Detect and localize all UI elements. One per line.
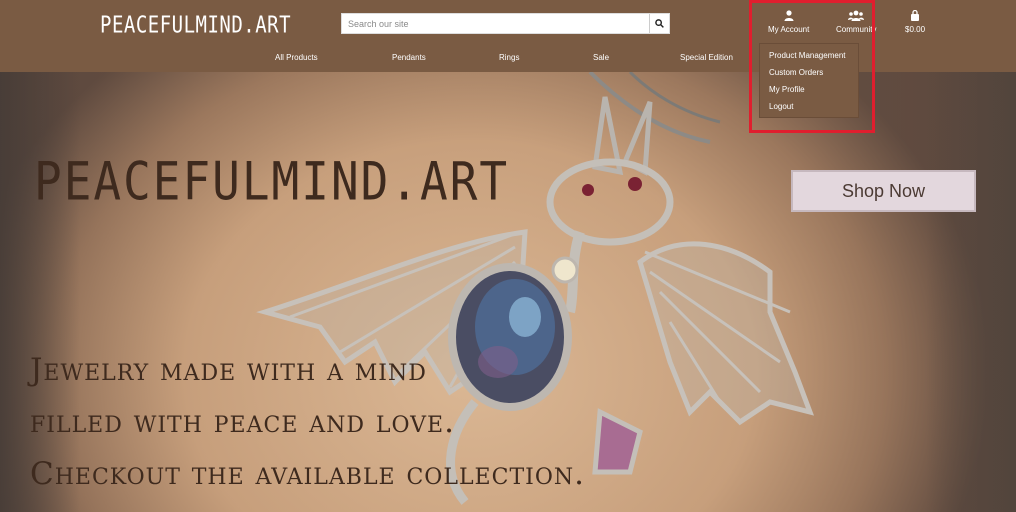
menu-item-custom-orders[interactable]: Custom Orders: [760, 64, 858, 81]
nav-sale[interactable]: Sale: [593, 53, 609, 62]
shop-now-button[interactable]: Shop Now: [791, 170, 976, 212]
site-logo[interactable]: PEACEFULMIND.ART: [100, 12, 291, 38]
my-account-button[interactable]: My Account: [768, 10, 809, 34]
nav-pendants[interactable]: Pendants: [392, 53, 426, 62]
nav-rings[interactable]: Rings: [499, 53, 519, 62]
cart-button[interactable]: $0.00: [905, 10, 925, 34]
menu-item-my-profile[interactable]: My Profile: [760, 81, 858, 98]
my-account-label: My Account: [768, 25, 810, 34]
site-header: PEACEFULMIND.ART All Products Pendants R…: [0, 0, 1016, 72]
account-dropdown-menu: Product Management Custom Orders My Prof…: [759, 43, 859, 118]
hero-title: PEACEFULMIND.ART: [34, 150, 510, 213]
hero-tagline-line: Checkout the available collection.: [30, 456, 585, 492]
users-icon: [848, 10, 865, 21]
search-icon: [655, 19, 664, 28]
hero-tagline: Jewelry made with a mind filled with pea…: [30, 344, 585, 500]
search-bar: [341, 13, 670, 34]
hero-vignette-right: [926, 72, 1016, 512]
nav-special-edition[interactable]: Special Edition: [680, 53, 733, 62]
community-button[interactable]: Community: [836, 10, 876, 34]
nav-all-products[interactable]: All Products: [275, 53, 318, 62]
hero-tagline-line: Jewelry made with a mind: [30, 352, 427, 388]
hero-banner: PEACEFULMIND.ART Jewelry made with a min…: [0, 72, 1016, 512]
search-input[interactable]: [342, 14, 649, 33]
search-button[interactable]: [649, 14, 669, 33]
menu-item-product-management[interactable]: Product Management: [760, 47, 858, 64]
community-label: Community: [836, 25, 877, 34]
hero-tagline-line: filled with peace and love.: [30, 404, 455, 440]
cart-total: $0.00: [905, 25, 926, 34]
shopping-bag-icon: [911, 10, 920, 21]
menu-item-logout[interactable]: Logout: [760, 98, 858, 115]
user-icon: [784, 10, 794, 21]
